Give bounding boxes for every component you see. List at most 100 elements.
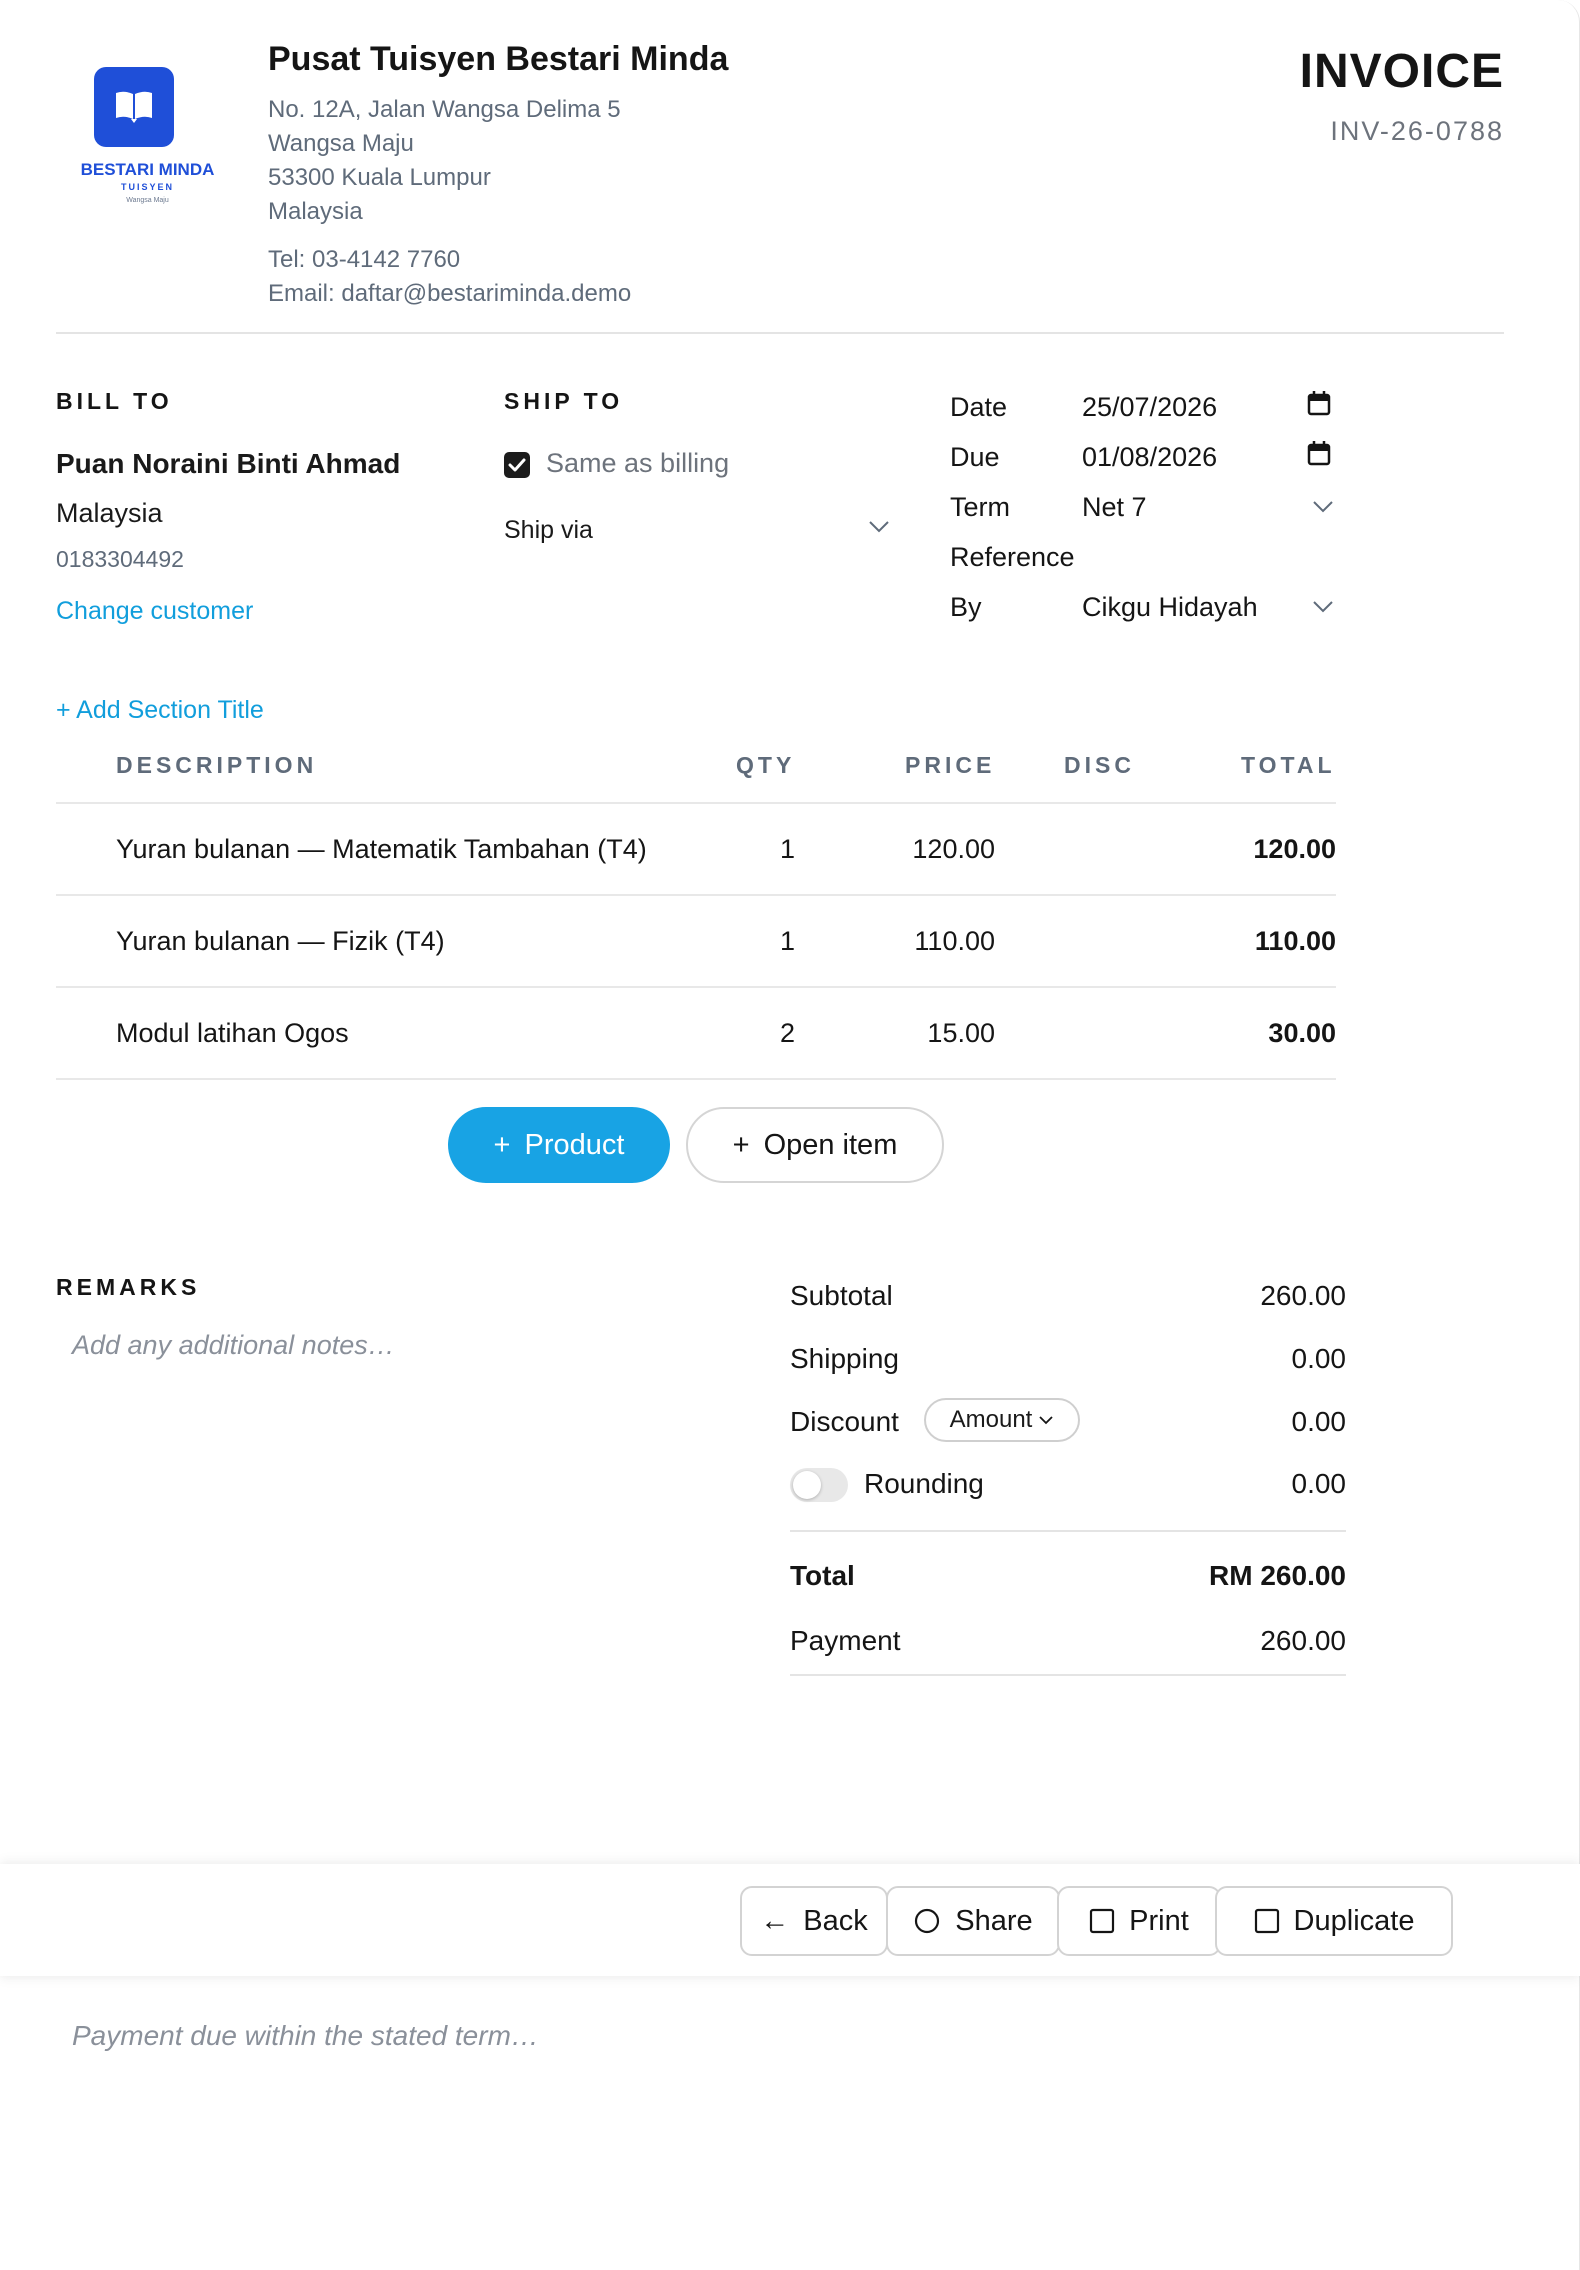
column-header-price: PRICE — [905, 752, 996, 778]
by-label: By — [950, 592, 982, 622]
payment-value[interactable]: 260.00 — [1260, 1625, 1346, 1657]
company-address-line: Wangsa Maju — [268, 130, 414, 157]
plus-icon: + — [493, 1128, 511, 1161]
print-label: Print — [1129, 1904, 1189, 1937]
total-value: RM 260.00 — [1209, 1560, 1346, 1591]
item-qty[interactable]: 1 — [740, 834, 795, 865]
subtotal-value: 260.00 — [1260, 1280, 1346, 1311]
company-name: Pusat Tuisyen Bestari Minda — [268, 40, 729, 78]
company-address-line: 53300 Kuala Lumpur — [268, 164, 491, 191]
print-button[interactable]: Print — [1057, 1886, 1221, 1956]
table-divider — [56, 986, 1336, 988]
item-description[interactable]: Modul latihan Ogos — [116, 1018, 349, 1049]
print-icon — [1090, 1908, 1115, 1934]
by-select[interactable]: Cikgu Hidayah — [1082, 592, 1258, 623]
share-icon — [915, 1908, 940, 1934]
rounding-value: 0.00 — [1291, 1468, 1347, 1499]
duplicate-label: Duplicate — [1293, 1904, 1415, 1937]
payment-label: Payment — [790, 1625, 901, 1656]
item-qty[interactable]: 1 — [740, 926, 795, 957]
ship-to-label: SHIP TO — [504, 388, 624, 414]
discount-mode-select[interactable]: Amount — [924, 1398, 1080, 1442]
customer-name: Puan Noraini Binti Ahmad — [56, 448, 401, 479]
logo-subtitle: TUISYEN — [120, 182, 174, 192]
calendar-icon[interactable] — [1307, 440, 1331, 466]
chevron-down-icon[interactable] — [1312, 500, 1334, 514]
remarks-label: REMARKS — [56, 1274, 201, 1300]
ship-via-select[interactable]: Ship via — [504, 516, 593, 545]
table-divider — [56, 1078, 1336, 1080]
invoice-number: INV-26-0788 — [1330, 116, 1504, 146]
item-total: 110.00 — [1254, 926, 1336, 956]
table-divider — [56, 802, 1336, 804]
arrow-left-icon: ← — [760, 1904, 790, 1937]
check-icon — [508, 458, 526, 472]
chevron-down-icon[interactable] — [868, 520, 890, 534]
terms-input[interactable]: Payment due within the stated term… — [72, 2020, 539, 2052]
item-price[interactable]: 110.00 — [880, 926, 995, 957]
chevron-down-icon[interactable] — [1312, 600, 1334, 614]
term-label: Term — [950, 492, 1010, 522]
summary-divider — [790, 1674, 1346, 1676]
logo-place: Wangsa Maju — [126, 197, 169, 204]
toggle-knob — [793, 1471, 821, 1499]
same-as-billing-label: Same as billing — [546, 448, 730, 478]
back-label: Back — [803, 1904, 868, 1937]
customer-country: Malaysia — [56, 498, 163, 528]
add-open-item-label: Open item — [763, 1128, 898, 1161]
header-divider — [56, 332, 1504, 334]
bill-to-label: BILL TO — [56, 388, 173, 414]
book-icon — [116, 91, 152, 123]
logo-name: BESTARI MINDA — [80, 160, 215, 179]
summary-divider — [790, 1530, 1346, 1532]
item-description[interactable]: Yuran bulanan — Matematik Tambahan (T4) — [116, 834, 647, 865]
discount-label: Discount — [790, 1406, 899, 1437]
shipping-label: Shipping — [790, 1343, 899, 1374]
subtotal-label: Subtotal — [790, 1280, 893, 1311]
item-total: 30.00 — [1268, 1018, 1336, 1048]
rounding-label: Rounding — [864, 1468, 984, 1499]
company-email: Email: daftar@bestariminda.demo — [268, 280, 632, 307]
add-product-button[interactable]: + Product — [448, 1107, 670, 1183]
column-header-description: DESCRIPTION — [116, 752, 318, 778]
change-customer-link[interactable]: Change customer — [56, 597, 253, 626]
reference-label: Reference — [950, 542, 1075, 572]
date-label: Date — [950, 392, 1008, 422]
discount-mode-label: Amount — [949, 1406, 1033, 1433]
add-section-title-link[interactable]: + Add Section Title — [56, 696, 264, 725]
shipping-value[interactable]: 0.00 — [1292, 1343, 1347, 1375]
total-label: Total — [790, 1560, 855, 1591]
discount-value[interactable]: 0.00 — [1292, 1406, 1347, 1438]
duplicate-icon — [1254, 1908, 1279, 1934]
table-divider — [56, 894, 1336, 896]
remarks-input[interactable]: Add any additional notes… — [72, 1330, 395, 1361]
date-field[interactable]: 25/07/2026 — [1082, 392, 1217, 423]
item-qty[interactable]: 2 — [740, 1018, 795, 1049]
company-address-line: Malaysia — [268, 198, 363, 225]
company-logo — [94, 67, 174, 147]
due-label: Due — [950, 442, 1000, 472]
item-description[interactable]: Yuran bulanan — Fizik (T4) — [116, 926, 445, 957]
column-header-total: TOTAL — [1241, 752, 1336, 778]
duplicate-button[interactable]: Duplicate — [1215, 1886, 1453, 1956]
company-tel: Tel: 03-4142 7760 — [268, 246, 461, 273]
company-address-line: No. 12A, Jalan Wangsa Delima 5 — [268, 96, 621, 123]
item-total: 120.00 — [1253, 834, 1336, 864]
share-button[interactable]: Share — [886, 1886, 1060, 1956]
customer-phone: 0183304492 — [56, 546, 184, 572]
rounding-toggle[interactable] — [790, 1468, 848, 1502]
column-header-qty: QTY — [736, 752, 796, 778]
item-price[interactable]: 15.00 — [880, 1018, 995, 1049]
chevron-down-icon — [1039, 1416, 1053, 1425]
back-button[interactable]: ← Back — [740, 1886, 888, 1956]
same-as-billing-checkbox[interactable] — [504, 452, 530, 478]
share-label: Share — [955, 1904, 1033, 1937]
item-price[interactable]: 120.00 — [880, 834, 995, 865]
term-select[interactable]: Net 7 — [1082, 492, 1147, 523]
add-product-label: Product — [524, 1128, 625, 1161]
column-header-disc: DISC — [1064, 752, 1135, 778]
due-field[interactable]: 01/08/2026 — [1082, 442, 1217, 473]
calendar-icon[interactable] — [1307, 390, 1331, 416]
plus-icon: + — [732, 1128, 750, 1161]
add-open-item-button[interactable]: + Open item — [686, 1107, 944, 1183]
